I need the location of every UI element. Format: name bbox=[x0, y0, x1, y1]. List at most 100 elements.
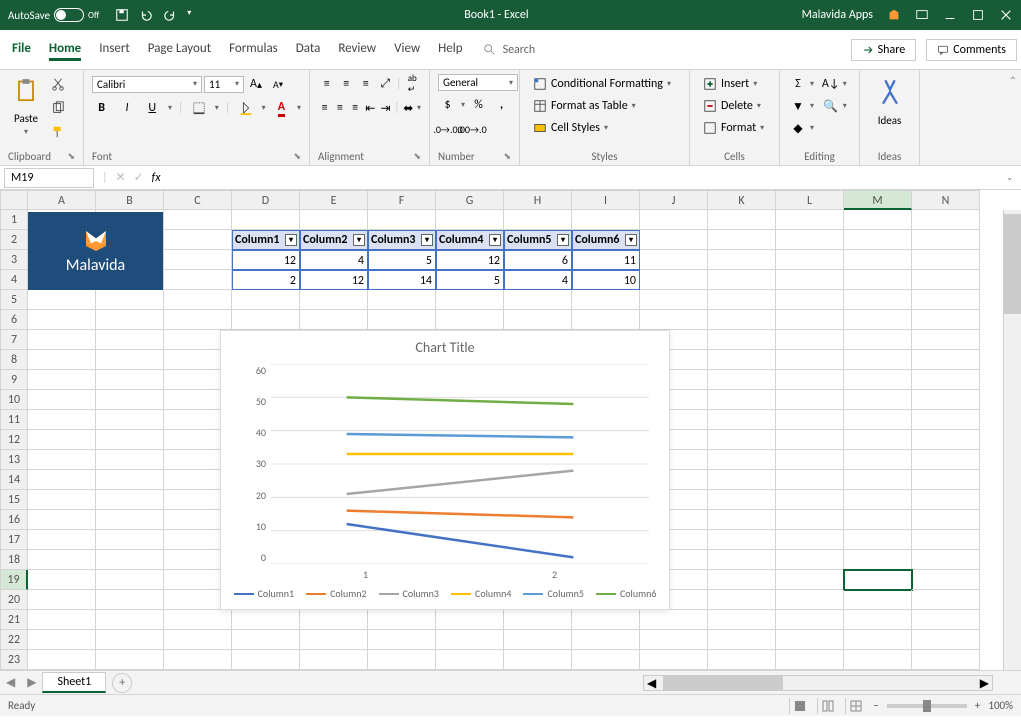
cell[interactable] bbox=[572, 290, 640, 310]
cell[interactable] bbox=[708, 310, 776, 330]
ribbon-display-icon[interactable] bbox=[915, 8, 929, 22]
cell[interactable] bbox=[368, 310, 436, 330]
sheet-nav-next-icon[interactable]: ▶ bbox=[21, 675, 42, 690]
decrease-indent-icon[interactable]: ⇤ bbox=[364, 98, 377, 118]
tab-insert[interactable]: Insert bbox=[99, 39, 130, 61]
cell[interactable]: Column6▾ bbox=[572, 230, 640, 250]
cell[interactable] bbox=[708, 270, 776, 290]
cell[interactable] bbox=[96, 630, 164, 650]
select-all-corner[interactable] bbox=[0, 190, 28, 210]
cell[interactable]: 12 bbox=[300, 270, 368, 290]
row-header[interactable]: 15 bbox=[0, 490, 28, 510]
cell[interactable] bbox=[436, 310, 504, 330]
cell[interactable] bbox=[300, 650, 368, 670]
cell[interactable] bbox=[912, 590, 980, 610]
cell[interactable] bbox=[708, 590, 776, 610]
decrease-font-icon[interactable]: A▾ bbox=[268, 74, 288, 94]
cell[interactable] bbox=[912, 370, 980, 390]
normal-view-icon[interactable] bbox=[789, 698, 809, 714]
align-bottom-icon[interactable]: ≡ bbox=[357, 74, 375, 94]
cell[interactable] bbox=[844, 530, 912, 550]
paste-icon[interactable] bbox=[8, 74, 44, 110]
row-header[interactable]: 19 bbox=[0, 570, 28, 590]
cell[interactable] bbox=[96, 550, 164, 570]
search-box[interactable]: Search bbox=[483, 43, 536, 57]
cell[interactable]: 12 bbox=[232, 250, 300, 270]
row-header[interactable]: 3 bbox=[0, 250, 28, 270]
tab-help[interactable]: Help bbox=[438, 39, 462, 61]
align-left-icon[interactable]: ≡ bbox=[318, 98, 331, 118]
cell[interactable] bbox=[572, 630, 640, 650]
cell[interactable] bbox=[708, 530, 776, 550]
cell[interactable] bbox=[776, 570, 844, 590]
cell[interactable] bbox=[96, 590, 164, 610]
cell[interactable] bbox=[28, 290, 96, 310]
cell[interactable] bbox=[232, 310, 300, 330]
percent-icon[interactable]: % bbox=[469, 95, 488, 115]
cell[interactable] bbox=[96, 330, 164, 350]
cell[interactable] bbox=[640, 650, 708, 670]
col-header[interactable]: A bbox=[28, 190, 96, 210]
cell[interactable] bbox=[28, 410, 96, 430]
row-header[interactable]: 14 bbox=[0, 470, 28, 490]
cell[interactable] bbox=[776, 490, 844, 510]
filter-dropdown-icon[interactable]: ▾ bbox=[421, 234, 433, 246]
cell[interactable]: 14 bbox=[368, 270, 436, 290]
cell[interactable] bbox=[300, 210, 368, 230]
cell[interactable] bbox=[776, 250, 844, 270]
find-icon[interactable]: 🔍 bbox=[821, 96, 841, 116]
increase-decimal-icon[interactable]: .0→.00 bbox=[438, 119, 458, 139]
cell[interactable] bbox=[776, 210, 844, 230]
cell[interactable] bbox=[844, 550, 912, 570]
cell[interactable]: 6 bbox=[504, 250, 572, 270]
cell[interactable] bbox=[504, 210, 572, 230]
cell[interactable] bbox=[96, 490, 164, 510]
cell[interactable] bbox=[912, 210, 980, 230]
cell[interactable] bbox=[164, 270, 232, 290]
cell[interactable] bbox=[232, 290, 300, 310]
clear-icon[interactable]: ◆ bbox=[788, 118, 808, 138]
cell[interactable] bbox=[844, 230, 912, 250]
zoom-slider[interactable] bbox=[887, 704, 967, 708]
cell[interactable] bbox=[436, 210, 504, 230]
cell[interactable] bbox=[96, 510, 164, 530]
cell[interactable] bbox=[640, 210, 708, 230]
orientation-icon[interactable]: ⤢ bbox=[377, 74, 395, 94]
cell[interactable] bbox=[640, 250, 708, 270]
cell[interactable] bbox=[708, 650, 776, 670]
close-icon[interactable] bbox=[999, 8, 1013, 22]
cell[interactable] bbox=[912, 550, 980, 570]
cell[interactable] bbox=[912, 510, 980, 530]
col-header[interactable]: K bbox=[708, 190, 776, 210]
cell[interactable] bbox=[912, 650, 980, 670]
cell[interactable] bbox=[28, 630, 96, 650]
qat-dropdown-icon[interactable]: ▾ bbox=[187, 8, 191, 22]
cell[interactable] bbox=[776, 310, 844, 330]
filter-dropdown-icon[interactable]: ▾ bbox=[489, 234, 501, 246]
row-header[interactable]: 22 bbox=[0, 630, 28, 650]
paste-label[interactable]: Paste bbox=[14, 112, 38, 125]
cell[interactable] bbox=[300, 310, 368, 330]
col-header[interactable]: C bbox=[164, 190, 232, 210]
align-right-icon[interactable]: ≡ bbox=[348, 98, 361, 118]
cell[interactable] bbox=[96, 450, 164, 470]
cell[interactable] bbox=[96, 310, 164, 330]
cell[interactable] bbox=[368, 210, 436, 230]
ideas-icon[interactable] bbox=[872, 74, 908, 110]
cell[interactable] bbox=[776, 370, 844, 390]
cell[interactable] bbox=[28, 330, 96, 350]
cell[interactable]: 5 bbox=[368, 250, 436, 270]
cell[interactable]: Column2▾ bbox=[300, 230, 368, 250]
cell[interactable] bbox=[708, 490, 776, 510]
decrease-decimal-icon[interactable]: .00→.0 bbox=[462, 119, 482, 139]
cell[interactable] bbox=[96, 570, 164, 590]
align-middle-icon[interactable]: ≡ bbox=[338, 74, 356, 94]
cell[interactable] bbox=[368, 630, 436, 650]
cell[interactable] bbox=[572, 610, 640, 630]
cell[interactable] bbox=[912, 250, 980, 270]
format-as-table-button[interactable]: Format as Table▾ bbox=[528, 96, 681, 116]
cell[interactable]: 5 bbox=[436, 270, 504, 290]
cell[interactable] bbox=[708, 410, 776, 430]
col-header[interactable]: N bbox=[912, 190, 980, 210]
col-header[interactable]: J bbox=[640, 190, 708, 210]
